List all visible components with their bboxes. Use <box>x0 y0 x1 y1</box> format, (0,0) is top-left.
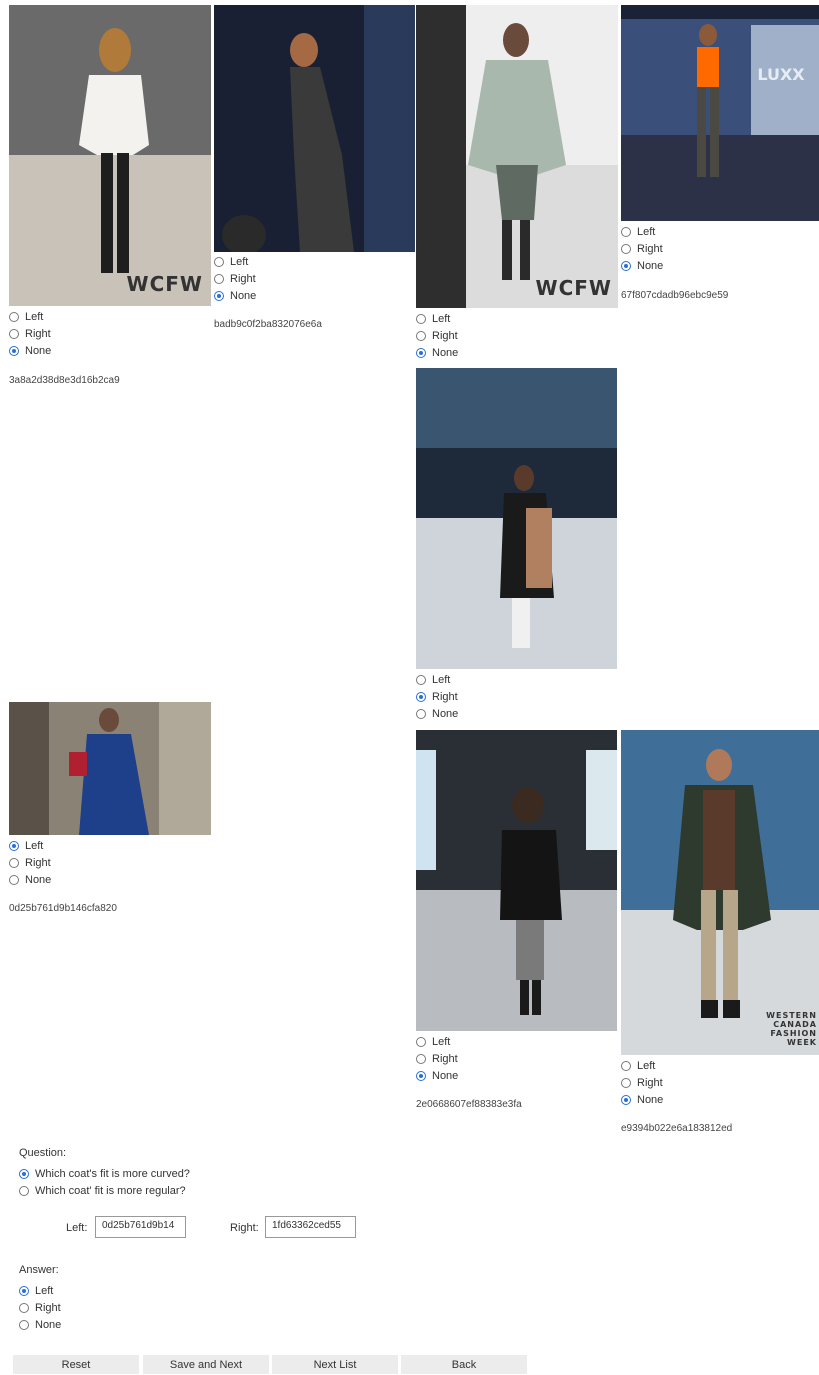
radio-none[interactable]: None <box>214 287 256 304</box>
radio-right[interactable]: Right <box>214 270 256 287</box>
choice-group-3: Left Right None <box>416 310 458 361</box>
radio-label: None <box>637 1093 664 1106</box>
choice-group-4: Left Right None <box>621 223 663 274</box>
radio-label: Left <box>432 1035 451 1048</box>
radio-label: Right <box>432 329 458 342</box>
svg-text:LUXX: LUXX <box>757 65 805 84</box>
radio-label: None <box>432 1069 459 1082</box>
answer-heading: Answer: <box>19 1264 59 1276</box>
runway-photo-1: WCFW <box>9 5 211 306</box>
choice-group-7: Left Right None <box>416 1033 458 1084</box>
choice-group-1: Left Right None <box>9 308 51 359</box>
runway-photo-7 <box>416 730 617 1031</box>
left-id-input[interactable]: 0d25b761d9b14 <box>95 1216 186 1238</box>
radio-left[interactable]: Left <box>416 1033 458 1050</box>
question-options: Which coat's fit is more curved? Which c… <box>19 1165 190 1199</box>
radio-right[interactable]: Right <box>9 325 51 342</box>
image-hash-7: 2e0668607ef88383e3fa <box>416 1099 522 1110</box>
runway-photo-4: LUXX <box>621 5 819 221</box>
radio-label: Right <box>230 272 256 285</box>
save-and-next-button[interactable]: Save and Next <box>143 1355 269 1374</box>
radio-left[interactable]: Left <box>621 1057 663 1074</box>
question-option-label: Which coat's fit is more curved? <box>35 1167 190 1180</box>
radio-left[interactable]: Left <box>214 253 256 270</box>
image-hash-8: e9394b022e6a183812ed <box>621 1123 733 1134</box>
radio-label: None <box>432 346 459 359</box>
radio-left[interactable]: Left <box>621 223 663 240</box>
question-option-regular[interactable]: Which coat' fit is more regular? <box>19 1182 190 1199</box>
radio-label: Left <box>230 255 249 268</box>
radio-left[interactable]: Left <box>9 837 51 854</box>
radio-none[interactable]: None <box>621 257 663 274</box>
answer-none[interactable]: None <box>19 1316 61 1333</box>
radio-label: Right <box>637 1076 663 1089</box>
radio-label: Left <box>25 310 44 323</box>
radio-label: Right <box>432 1052 458 1065</box>
radio-right[interactable]: Right <box>9 854 51 871</box>
runway-photo-2 <box>214 5 415 252</box>
watermark-text: WCFW <box>126 272 203 296</box>
image-hash-1: 3a8a2d38d8e3d16b2ca9 <box>9 375 120 386</box>
watermark-text: WCFW <box>535 276 612 300</box>
radio-right[interactable]: Right <box>416 327 458 344</box>
answer-label: Right <box>35 1301 61 1314</box>
answer-right[interactable]: Right <box>19 1299 61 1316</box>
choice-group-5: Left Right None <box>416 671 458 722</box>
radio-label: None <box>25 873 52 886</box>
left-field-label: Left: <box>66 1222 88 1234</box>
radio-none[interactable]: None <box>416 1067 458 1084</box>
choice-group-6: Left Right None <box>9 837 51 888</box>
right-field-label: Right: <box>230 1222 259 1234</box>
answer-left[interactable]: Left <box>19 1282 61 1299</box>
radio-none[interactable]: None <box>621 1091 663 1108</box>
reset-button[interactable]: Reset <box>13 1355 139 1374</box>
radio-label: Left <box>637 1059 656 1072</box>
radio-none[interactable]: None <box>9 871 51 888</box>
question-heading: Question: <box>19 1147 67 1159</box>
question-option-curved[interactable]: Which coat's fit is more curved? <box>19 1165 190 1182</box>
next-list-button[interactable]: Next List <box>272 1355 398 1374</box>
right-id-input[interactable]: 1fd63362ced55 <box>265 1216 356 1238</box>
radio-right[interactable]: Right <box>416 688 458 705</box>
runway-photo-5 <box>416 368 617 669</box>
radio-label: None <box>432 707 459 720</box>
runway-photo-3: WCFW <box>416 5 618 308</box>
question-option-label: Which coat' fit is more regular? <box>35 1184 186 1197</box>
answer-label: Left <box>35 1284 54 1297</box>
radio-label: Left <box>432 673 451 686</box>
radio-label: None <box>637 259 664 272</box>
choice-group-2: Left Right None <box>214 253 256 304</box>
radio-none[interactable]: None <box>9 342 51 359</box>
radio-label: Left <box>637 225 656 238</box>
image-hash-2: badb9c0f2ba832076e6a <box>214 319 322 330</box>
radio-label: Left <box>432 312 451 325</box>
street-photo-6 <box>9 702 211 835</box>
answer-options: Left Right None <box>19 1282 61 1333</box>
radio-left[interactable]: Left <box>416 671 458 688</box>
radio-label: Right <box>25 856 51 869</box>
watermark-text: WESTERN CANADA FASHION WEEK <box>766 1011 817 1047</box>
radio-right[interactable]: Right <box>621 1074 663 1091</box>
choice-group-8: Left Right None <box>621 1057 663 1108</box>
image-hash-4: 67f807cdadb96ebc9e59 <box>621 290 729 301</box>
runway-photo-8: WESTERN CANADA FASHION WEEK <box>621 730 819 1055</box>
radio-left[interactable]: Left <box>9 308 51 325</box>
radio-label: Right <box>432 690 458 703</box>
back-button[interactable]: Back <box>401 1355 527 1374</box>
radio-left[interactable]: Left <box>416 310 458 327</box>
radio-right[interactable]: Right <box>416 1050 458 1067</box>
image-hash-6: 0d25b761d9b146cfa820 <box>9 903 117 914</box>
radio-label: Right <box>637 242 663 255</box>
radio-right[interactable]: Right <box>621 240 663 257</box>
radio-none[interactable]: None <box>416 344 458 361</box>
radio-label: Right <box>25 327 51 340</box>
answer-label: None <box>35 1318 62 1331</box>
radio-label: None <box>230 289 257 302</box>
radio-none[interactable]: None <box>416 705 458 722</box>
radio-label: Left <box>25 839 44 852</box>
radio-label: None <box>25 344 52 357</box>
